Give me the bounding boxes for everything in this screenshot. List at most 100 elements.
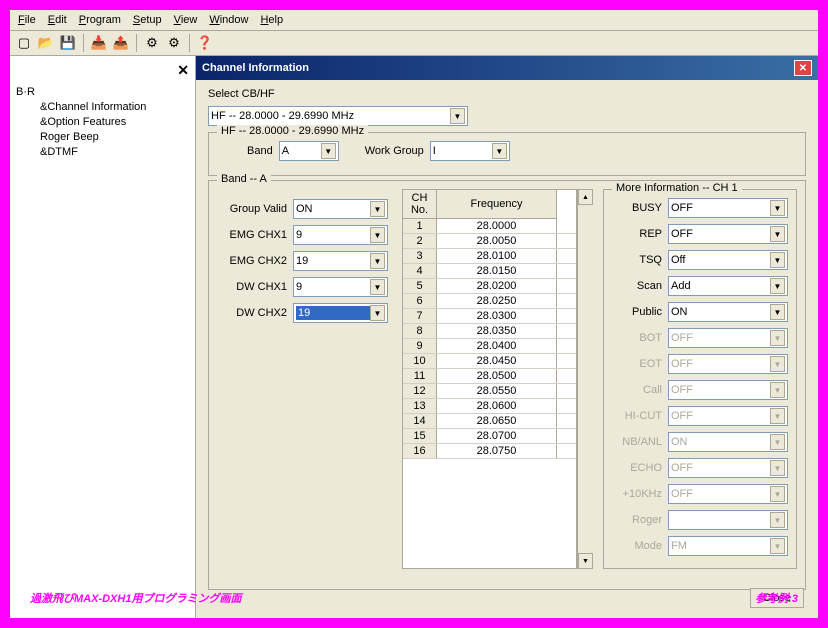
echo-combo: OFF▼ — [668, 458, 788, 478]
separator — [83, 34, 84, 52]
nbanl-label: NB/ANL — [612, 436, 662, 448]
chevron-down-icon: ▼ — [770, 200, 785, 216]
ch-cell: 5 — [403, 279, 437, 293]
menu-window[interactable]: Window — [209, 14, 248, 26]
separator — [136, 34, 137, 52]
tool2-icon[interactable]: ⚙ — [164, 33, 184, 53]
table-row[interactable]: 728.0300 — [403, 309, 576, 324]
group-valid-label: Group Valid — [217, 203, 287, 215]
tree-item-dtmf[interactable]: &DTMF — [16, 145, 189, 160]
more-info-legend: More Information -- CH 1 — [612, 182, 742, 194]
ch-cell: 3 — [403, 249, 437, 263]
freq-cell: 28.0700 — [437, 429, 557, 443]
table-row[interactable]: 1628.0750 — [403, 444, 576, 459]
menu-help[interactable]: Help — [260, 14, 283, 26]
chevron-down-icon: ▼ — [770, 486, 785, 502]
freq-cell: 28.0650 — [437, 414, 557, 428]
table-row[interactable]: 928.0400 — [403, 339, 576, 354]
rep-combo[interactable]: OFF▼ — [668, 224, 788, 244]
table-row[interactable]: 1028.0450 — [403, 354, 576, 369]
emg-chx1-combo[interactable]: 9▼ — [293, 225, 388, 245]
write-icon[interactable]: 📤 — [111, 33, 131, 53]
emg-chx2-combo[interactable]: 19▼ — [293, 251, 388, 271]
read-icon[interactable]: 📥 — [89, 33, 109, 53]
scan-label: Scan — [612, 280, 662, 292]
hicut-label: HI-CUT — [612, 410, 662, 422]
menu-edit[interactable]: Edit — [48, 14, 67, 26]
public-label: Public — [612, 306, 662, 318]
table-row[interactable]: 1228.0550 — [403, 384, 576, 399]
table-row[interactable]: 1328.0600 — [403, 399, 576, 414]
table-row[interactable]: 228.0050 — [403, 234, 576, 249]
menu-view[interactable]: View — [174, 14, 198, 26]
hf-fieldset: HF -- 28.0000 - 29.6990 MHz Band A ▼ Wor… — [208, 132, 806, 176]
help-icon[interactable]: ❓ — [195, 33, 215, 53]
ch-cell: 10 — [403, 354, 437, 368]
roger-combo: ▼ — [668, 510, 788, 530]
tsq-label: TSQ — [612, 254, 662, 266]
ch-cell: 11 — [403, 369, 437, 383]
ch-no-header[interactable]: CH No. — [403, 190, 437, 219]
chevron-down-icon: ▼ — [770, 356, 785, 372]
tree-panel: ✕ B·R &Channel Information &Option Featu… — [10, 56, 196, 618]
chevron-down-icon: ▼ — [370, 227, 385, 243]
dw-chx2-label: DW CHX2 — [217, 307, 287, 319]
close-icon[interactable]: ✕ — [177, 62, 189, 79]
menu-setup[interactable]: Setup — [133, 14, 162, 26]
table-row[interactable]: 328.0100 — [403, 249, 576, 264]
freq-cell: 28.0450 — [437, 354, 557, 368]
save-icon[interactable]: 💾 — [58, 33, 78, 53]
dw-chx1-label: DW CHX1 — [217, 281, 287, 293]
bot-label: BOT — [612, 332, 662, 344]
chevron-down-icon: ▼ — [770, 512, 785, 528]
table-row[interactable]: 428.0150 — [403, 264, 576, 279]
dialog-close-button[interactable]: ✕ — [794, 60, 812, 76]
workgroup-combo[interactable]: I ▼ — [430, 141, 510, 161]
select-cbhf-label: Select CB/HF — [208, 88, 275, 100]
menubar: File Edit Program Setup View Window Help — [10, 10, 818, 31]
table-scrollbar[interactable]: ▲ ▼ — [577, 189, 593, 569]
table-row[interactable]: 1428.0650 — [403, 414, 576, 429]
new-icon[interactable]: ▢ — [14, 33, 34, 53]
band-combo[interactable]: A ▼ — [279, 141, 339, 161]
freq-cell: 28.0350 — [437, 324, 557, 338]
toolbar: ▢ 📂 💾 📥 📤 ⚙ ⚙ ❓ — [10, 31, 818, 56]
tree-root[interactable]: B·R — [16, 86, 189, 98]
bot-combo: OFF▼ — [668, 328, 788, 348]
table-row[interactable]: 1128.0500 — [403, 369, 576, 384]
tool1-icon[interactable]: ⚙ — [142, 33, 162, 53]
chevron-down-icon: ▼ — [770, 434, 785, 450]
dw-chx2-combo[interactable]: 19▼ — [293, 303, 388, 323]
ch-cell: 8 — [403, 324, 437, 338]
select-cbhf-combo[interactable]: HF -- 28.0000 - 29.6990 MHz ▼ — [208, 106, 468, 126]
close-button[interactable]: Close — [750, 588, 804, 608]
tree-item-option[interactable]: &Option Features — [16, 115, 189, 130]
group-valid-combo[interactable]: ON▼ — [293, 199, 388, 219]
open-icon[interactable]: 📂 — [36, 33, 56, 53]
menu-program[interactable]: Program — [79, 14, 121, 26]
table-row[interactable]: 1528.0700 — [403, 429, 576, 444]
tree-item-channel[interactable]: &Channel Information — [16, 100, 189, 115]
table-row[interactable]: 628.0250 — [403, 294, 576, 309]
scroll-down-icon[interactable]: ▼ — [578, 553, 593, 569]
menu-file[interactable]: File — [18, 14, 36, 26]
busy-combo[interactable]: OFF▼ — [668, 198, 788, 218]
table-row[interactable]: 528.0200 — [403, 279, 576, 294]
ch-cell: 12 — [403, 384, 437, 398]
scroll-up-icon[interactable]: ▲ — [578, 189, 593, 205]
chevron-down-icon: ▼ — [370, 279, 385, 295]
public-combo[interactable]: ON▼ — [668, 302, 788, 322]
table-row[interactable]: 828.0350 — [403, 324, 576, 339]
freq-cell: 28.0050 — [437, 234, 557, 248]
tree-item-roger[interactable]: Roger Beep — [16, 130, 189, 145]
channel-table: CH No. Frequency 128.0000228.0050328.010… — [402, 189, 577, 569]
scan-combo[interactable]: Add▼ — [668, 276, 788, 296]
ch-cell: 7 — [403, 309, 437, 323]
ch-cell: 13 — [403, 399, 437, 413]
tsq-combo[interactable]: Off▼ — [668, 250, 788, 270]
frequency-header[interactable]: Frequency — [437, 190, 557, 219]
nbanl-combo: ON▼ — [668, 432, 788, 452]
call-combo: OFF▼ — [668, 380, 788, 400]
dw-chx1-combo[interactable]: 9▼ — [293, 277, 388, 297]
table-row[interactable]: 128.0000 — [403, 219, 576, 234]
